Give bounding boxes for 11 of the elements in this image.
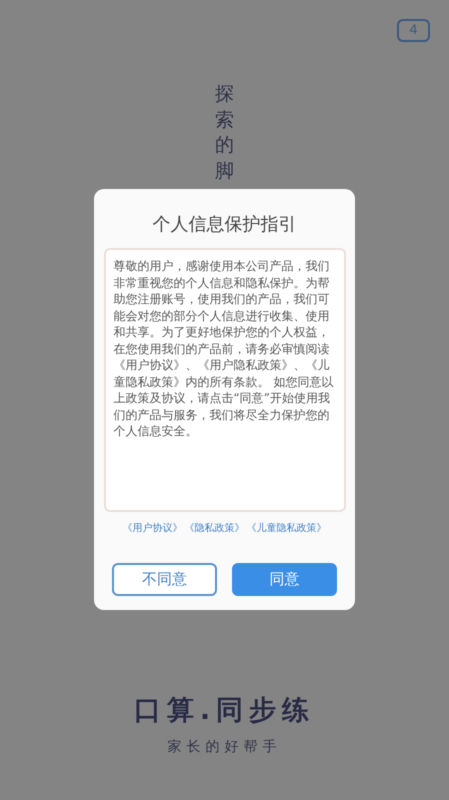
text-panel[interactable]: 尊敬的用户，感谢使用本公司产品，我们非常重视您的个人信息和隐私保护。为帮助您注册账号，使用我们的产品，我们可能会对您的部分个人信息进行收集、使用和共享。为了更好地保护您的个人权益，在您使用我们的产品前，请务必审慎阅读《用户协议》、《用户隐私政策》、《儿童隐私政策》内的所有条款。 如您同意以上政策及协议，请点击“同意”开始使用我们的产品与服务，我们将尽全力保护您的个人信息安全。 <box>104 248 346 512</box>
vertical-slogan: 探索的脚 <box>215 82 234 184</box>
agreement-text: 尊敬的用户，感谢使用本公司产品，我们非常重视您的个人信息和隐私保护。为帮助您注册账号，使用我们的产品，我们可能会对您的部分个人信息进行收集、使用和共享。为了更好地保护您的个人权益，在您使用我们的产品前，请务必审慎阅读《用户协议》、《用户隐私政策》、《儿童隐私政策》内的所有条款。 如您同意以上政策及协议，请点击“同意”开始使用我们的产品与服务，我们将尽全力保护您的个人信息安全。 <box>114 258 334 440</box>
agree-button[interactable]: 同意 <box>232 563 337 596</box>
disagree-button[interactable]: 不同意 <box>112 563 217 596</box>
policy-link[interactable]: 《隐私政策》 <box>184 521 244 536</box>
app-title: 口算.同步练 <box>134 694 316 728</box>
dialog-title: 个人信息保护指引 <box>152 213 296 237</box>
app-subtitle: 家长的好帮手 <box>168 738 282 757</box>
policy-link[interactable]: 《儿童隐私政策》 <box>246 521 326 536</box>
policy-link[interactable]: 《用户协议》 <box>122 521 182 536</box>
